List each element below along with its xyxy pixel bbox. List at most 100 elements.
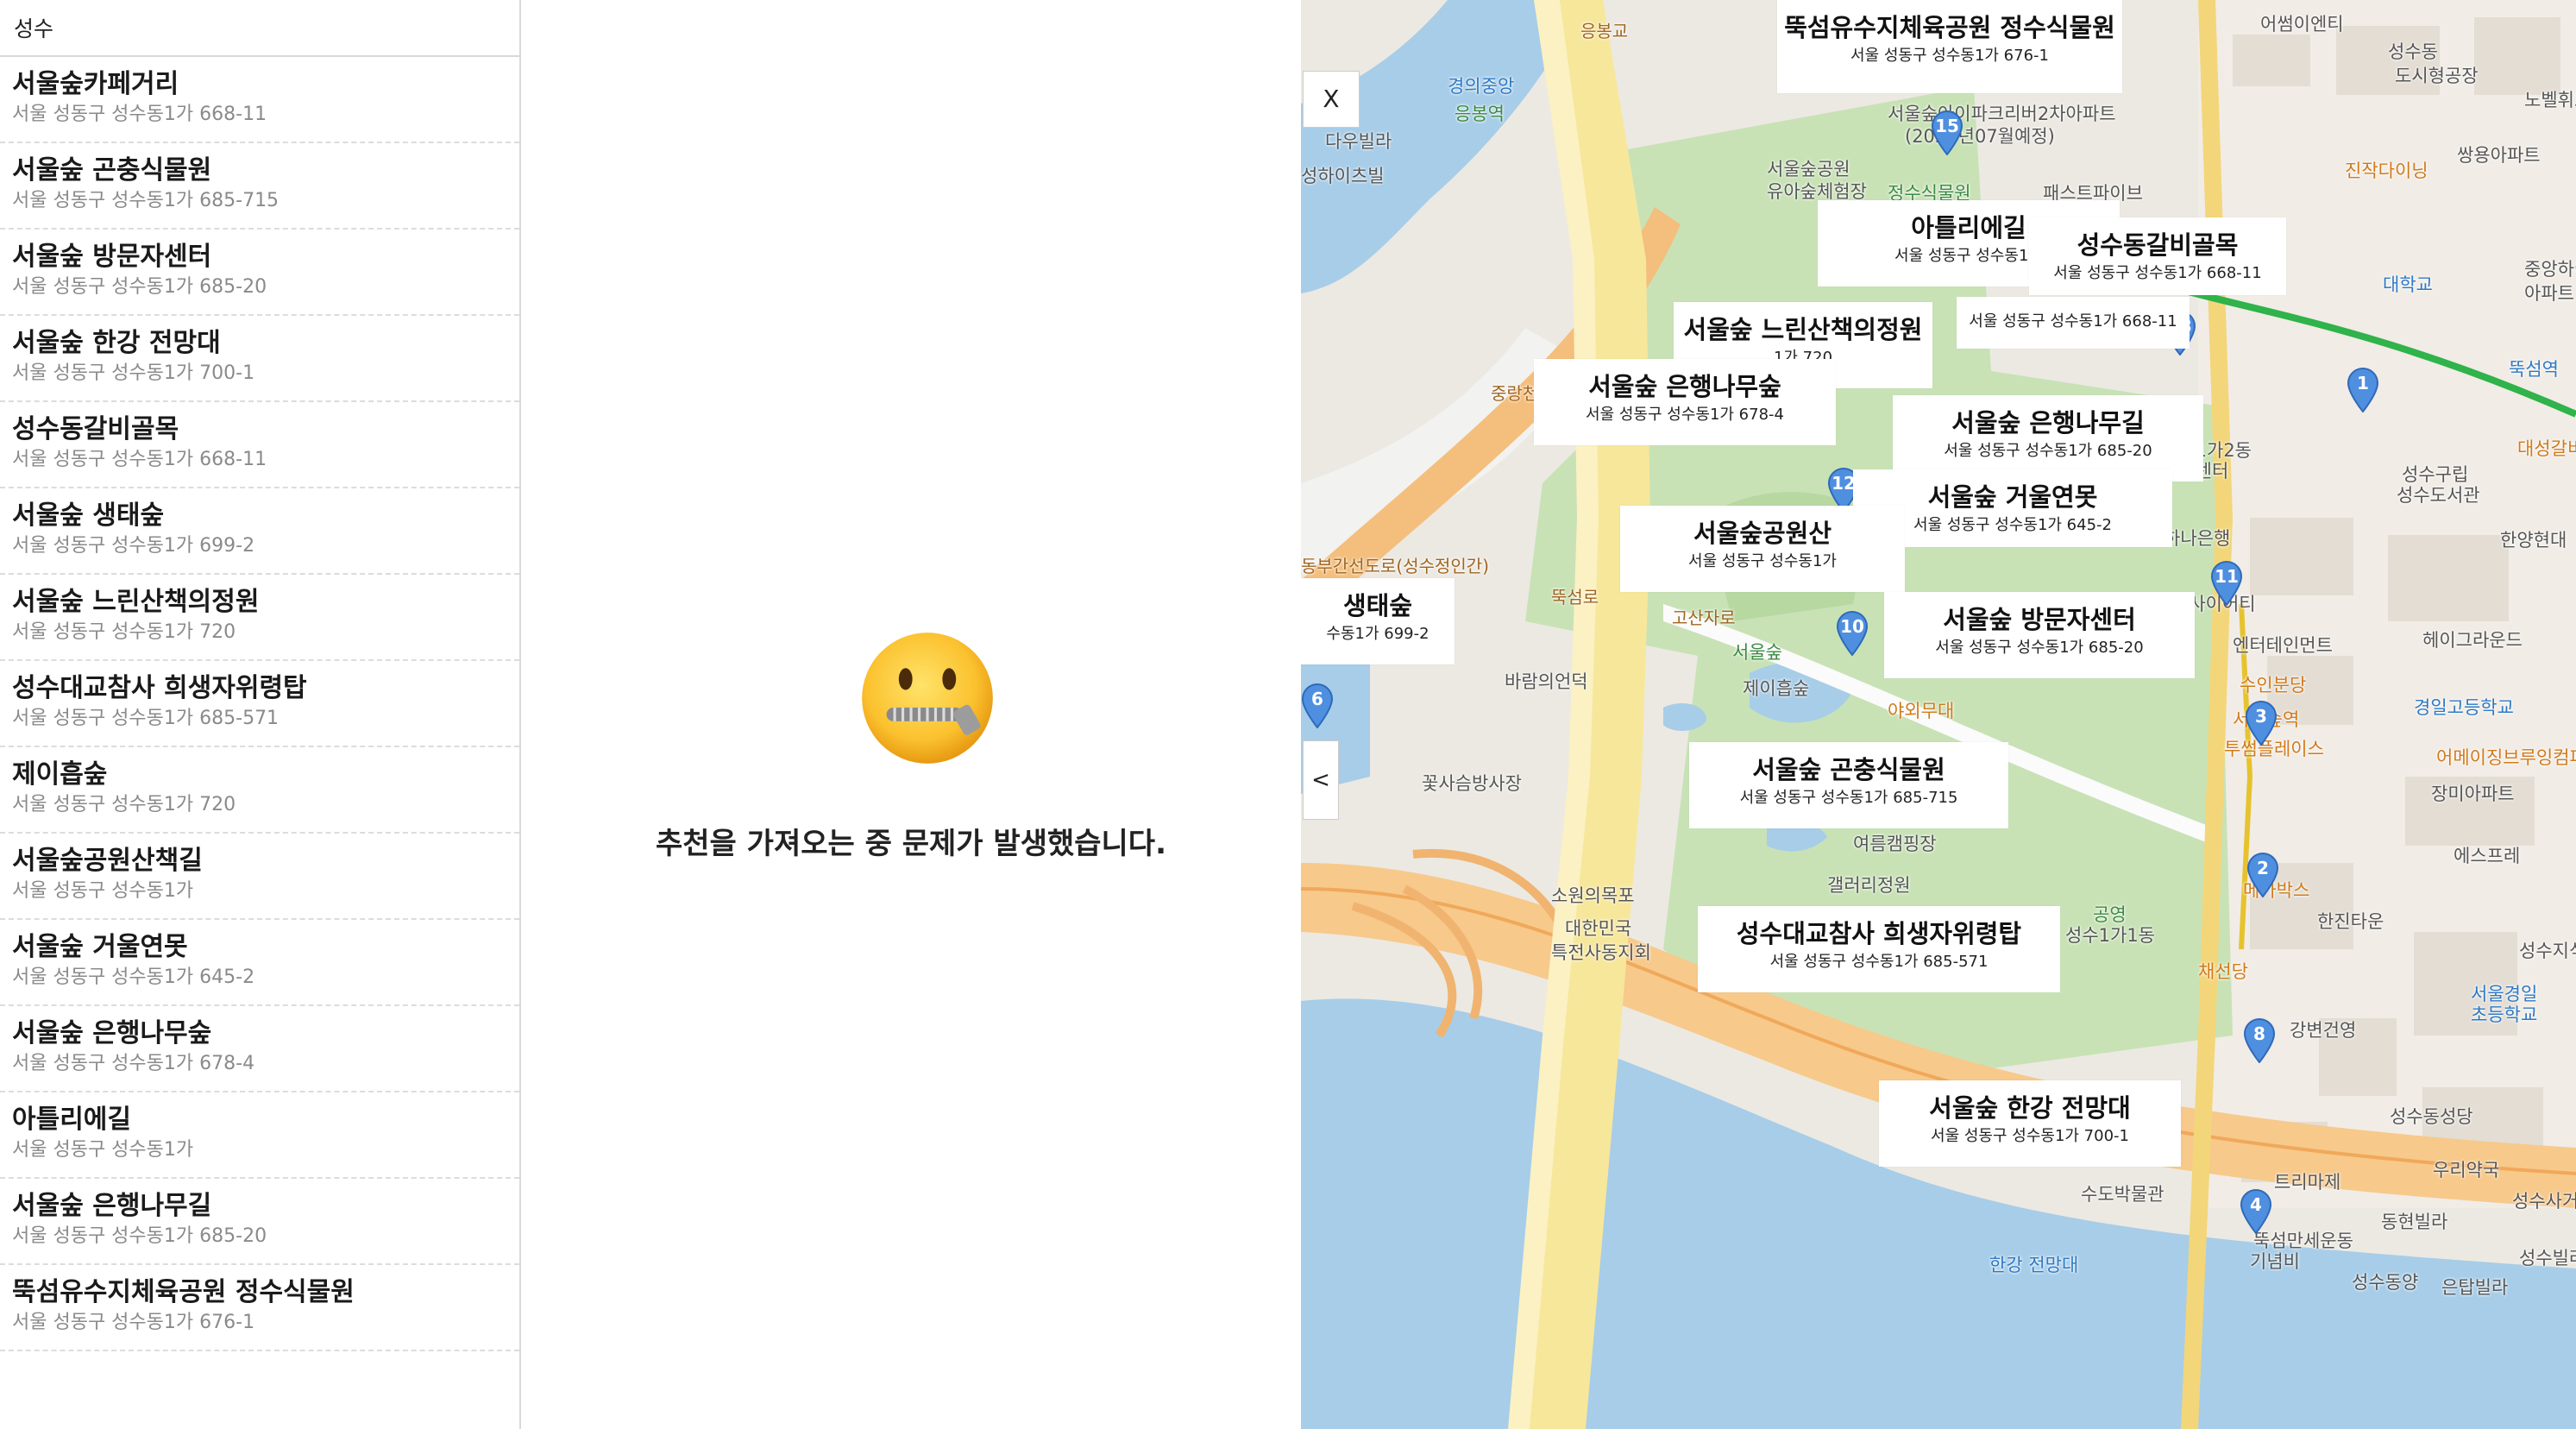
place-address: 서울 성동구 성수동1가 685-715	[12, 190, 280, 211]
place-name: 서울숲 거울연못	[12, 932, 188, 962]
map-card-address: 서울 성동구 성수동1가	[1688, 552, 1837, 570]
map-pin-number: 3	[2255, 706, 2267, 727]
map-card-title: 서울숲 한강 전망대	[1929, 1093, 2131, 1123]
map-place-label: 수인분당	[2240, 675, 2307, 696]
map-card-address: 서울 성동구 성수동1가 668-11	[2053, 264, 2262, 282]
map-info-card[interactable]: 뚝섬유수지체육공원 정수식물원서울 성동구 성수동1가 676-1	[1777, 0, 2122, 93]
map-marker-pin[interactable]: 3	[2245, 701, 2278, 746]
map-marker-pin[interactable]: 8	[2243, 1018, 2276, 1064]
place-list-item[interactable]: 서울숲공원산책길 서울 성동구 성수동1가	[0, 834, 519, 920]
place-address: 서울 성동구 성수동1가 645-2	[12, 966, 255, 988]
map-card-address: 서울 성동구 성수동1가 685-571	[1769, 953, 1989, 971]
map-place-label: 우리약국	[2433, 1160, 2500, 1180]
place-address: 서울 성동구 성수동1가	[12, 1139, 194, 1161]
map-marker-pin[interactable]: 11	[2210, 561, 2243, 607]
map-view[interactable]: 경의중앙 응봉역 다우빌라 성하이츠빌 서울숲공원 유아숲체험장 정수식물원 패스트파이브 성수…	[1301, 0, 2576, 1429]
map-marker-pin[interactable]: 1	[2347, 368, 2379, 413]
map-place-label: 수도박물관	[2081, 1184, 2164, 1205]
map-place-label: 초등학교	[2471, 1004, 2538, 1025]
map-place-label: 특전사동지회	[1551, 942, 1651, 963]
map-info-card[interactable]: 성수대교참사 희생자위령탑서울 성동구 성수동1가 685-571	[1698, 906, 2060, 992]
place-list-item[interactable]: 성수동갈비골목서울 성동구 성수동1가 668-11	[0, 402, 519, 488]
close-map-button[interactable]: X	[1303, 71, 1360, 128]
place-address: 서울 성동구 성수동1가 685-20	[12, 1225, 267, 1247]
map-info-card[interactable]: 서울숲 곤충식물원 서울 성동구 성수동1가 685-715	[1689, 742, 2008, 828]
map-place-label: 강변건영	[2290, 1020, 2357, 1041]
map-card-title: 성수대교참사 희생자위령탑	[1736, 919, 2022, 948]
map-marker-pin[interactable]: 4	[2240, 1189, 2272, 1235]
map-info-card[interactable]: 서울숲 은행나무길 서울 성동구 성수동1가 685-20	[1893, 395, 2203, 482]
place-list-item[interactable]: 서울숲 느린산책의정원서울 성동구 성수동1가 720	[0, 575, 519, 661]
place-name: 서울숲 느린산책의정원	[12, 587, 260, 617]
map-card-address: 서울 성동구 성수동1가 678-4	[1586, 406, 1784, 424]
map-place-label: 응봉교	[1580, 21, 1629, 41]
place-address: 서울 성동구 성수동1가 699-2	[12, 535, 255, 557]
place-list-item[interactable]: 제이흡숲 서울 성동구 성수동1가 720	[0, 747, 519, 834]
map-card-title: 서울숲공원산	[1693, 519, 1832, 548]
place-address: 서울 성동구 성수동1가 668-11	[12, 449, 267, 470]
place-list-item[interactable]: 아틀리에길서울 성동구 성수동1가	[0, 1092, 519, 1179]
map-card-address: 서울 성동구 성수동1가 685-715	[1739, 789, 1958, 807]
place-list-item[interactable]: 서울숲카페거리 서울 성동구 성수동1가 668-11	[0, 57, 519, 143]
place-list-item[interactable]: 뚝섬유수지체육공원 정수식물원 서울 성동구 성수동1가 676-1	[0, 1265, 519, 1351]
place-address: 서울 성동구 성수동1가 720	[12, 621, 236, 643]
map-place-label: 헤이그라운드	[2422, 630, 2523, 651]
map-info-card[interactable]: 서울숲 한강 전망대 서울 성동구 성수동1가 700-1	[1879, 1080, 2181, 1167]
map-info-card[interactable]: 생태숲 수동1가 699-2	[1301, 578, 1454, 664]
collapse-panel-button[interactable]: <	[1303, 740, 1339, 820]
map-marker-pin[interactable]: 2	[2246, 853, 2279, 898]
search-input[interactable]	[12, 14, 499, 41]
map-info-card[interactable]: 서울숲 방문자센터 서울 성동구 성수동1가 685-20	[1884, 592, 2195, 678]
map-place-label: 트리마제	[2274, 1172, 2341, 1193]
map-place-label: 대학교	[2383, 274, 2433, 295]
place-name: 서울숲 방문자센터	[12, 242, 212, 272]
map-card-title: 생태숲	[1342, 591, 1413, 620]
place-name: 제이흡숲	[12, 759, 108, 790]
map-card-title: 서울숲 느린산책의정원	[1683, 315, 1923, 344]
place-name: 서울숲공원산책길	[12, 846, 203, 876]
place-list-item[interactable]: 서울숲 은행나무길 서울 성동구 성수동1가 685-20	[0, 1179, 519, 1265]
map-info-card[interactable]: 성수동갈비골목 서울 성동구 성수동1가 668-11	[2029, 217, 2286, 295]
map-place-label: 서울숲	[1732, 642, 1782, 663]
place-list-item[interactable]: 서울숲 생태숲 서울 성동구 성수동1가 699-2	[0, 488, 519, 575]
map-place-label: 경일고등학교	[2414, 697, 2514, 718]
place-address: 서울 성동구 성수동1가 668-11	[12, 104, 267, 125]
map-card-title: 서울숲 은행나무길	[1951, 408, 2145, 438]
map-info-card[interactable]: 서울 성동구 성수동1가 668-11	[1957, 297, 2190, 349]
place-list-item[interactable]: 서울숲 거울연못서울 성동구 성수동1가 645-2	[0, 920, 519, 1006]
map-place-label: 장미아파트	[2431, 784, 2515, 804]
map-place-label: (2025년07월예정)	[1905, 126, 2055, 147]
map-place-label: 채선당	[2198, 961, 2248, 982]
place-name: 성수동갈비골목	[12, 414, 179, 444]
place-list-item[interactable]: 서울숲 은행나무숲 서울 성동구 성수동1가 678-4	[0, 1006, 519, 1092]
map-card-address: 서울 성동구 성수동1가 668-11	[1969, 312, 2177, 330]
place-name: 성수대교참사 희생자위령탑	[12, 673, 307, 703]
place-list-item[interactable]: 서울숲 방문자센터 서울 성동구 성수동1가 685-20	[0, 230, 519, 316]
map-marker-pin[interactable]: 15	[1931, 110, 1963, 156]
map-marker-pin[interactable]: 10	[1836, 611, 1869, 657]
map-place-label: 한양현대	[2500, 530, 2567, 551]
map-info-card[interactable]: 서울숲 은행나무숲 서울 성동구 성수동1가 678-4	[1534, 359, 1836, 445]
map-place-label: 여름캠핑장	[1853, 834, 1937, 854]
place-list-item[interactable]: 서울숲 곤충식물원서울 성동구 성수동1가 685-715	[0, 143, 519, 230]
place-list: 서울숲카페거리 서울 성동구 성수동1가 668-11 서울숲 곤충식물원 서울 성동…	[0, 57, 519, 1351]
map-place-label: 경의중앙	[1448, 76, 1515, 97]
map-marker-pin[interactable]: 6	[1301, 683, 1334, 729]
map-place-label: 동부간선도로(성수정인간)	[1301, 556, 1490, 576]
map-info-card[interactable]: 서울숲공원산서울 성동구 성수동1가	[1620, 506, 1905, 592]
map-place-label: 어메이징브루잉컴퍼니	[2436, 747, 2576, 768]
map-pin-number: 6	[1311, 689, 1323, 709]
map-place-label: 야외무대	[1888, 701, 1955, 721]
map-place-label: 대성갈비	[2517, 438, 2576, 459]
map-place-label: 꽃사슴방사장	[1422, 773, 1522, 794]
place-name: 서울숲 곤충식물원	[12, 155, 212, 186]
map-card-address: 서울 성동구 성수동1가 676-1	[1850, 47, 2049, 65]
map-place-label: 도시형공장	[2395, 66, 2479, 86]
map-place-label: 노벨휘트니스	[2524, 90, 2576, 110]
place-name: 아틀리에길	[12, 1105, 131, 1135]
map-pin-number: 1	[2357, 373, 2369, 393]
map-card-title: 뚝섬유수지체육공원 정수식물원	[1784, 13, 2115, 42]
map-place-label: 갤러리정원	[1827, 875, 1911, 896]
place-list-item[interactable]: 성수대교참사 희생자위령탑 서울 성동구 성수동1가 685-571	[0, 661, 519, 747]
place-list-item[interactable]: 서울숲 한강 전망대 서울 성동구 성수동1가 700-1	[0, 316, 519, 402]
